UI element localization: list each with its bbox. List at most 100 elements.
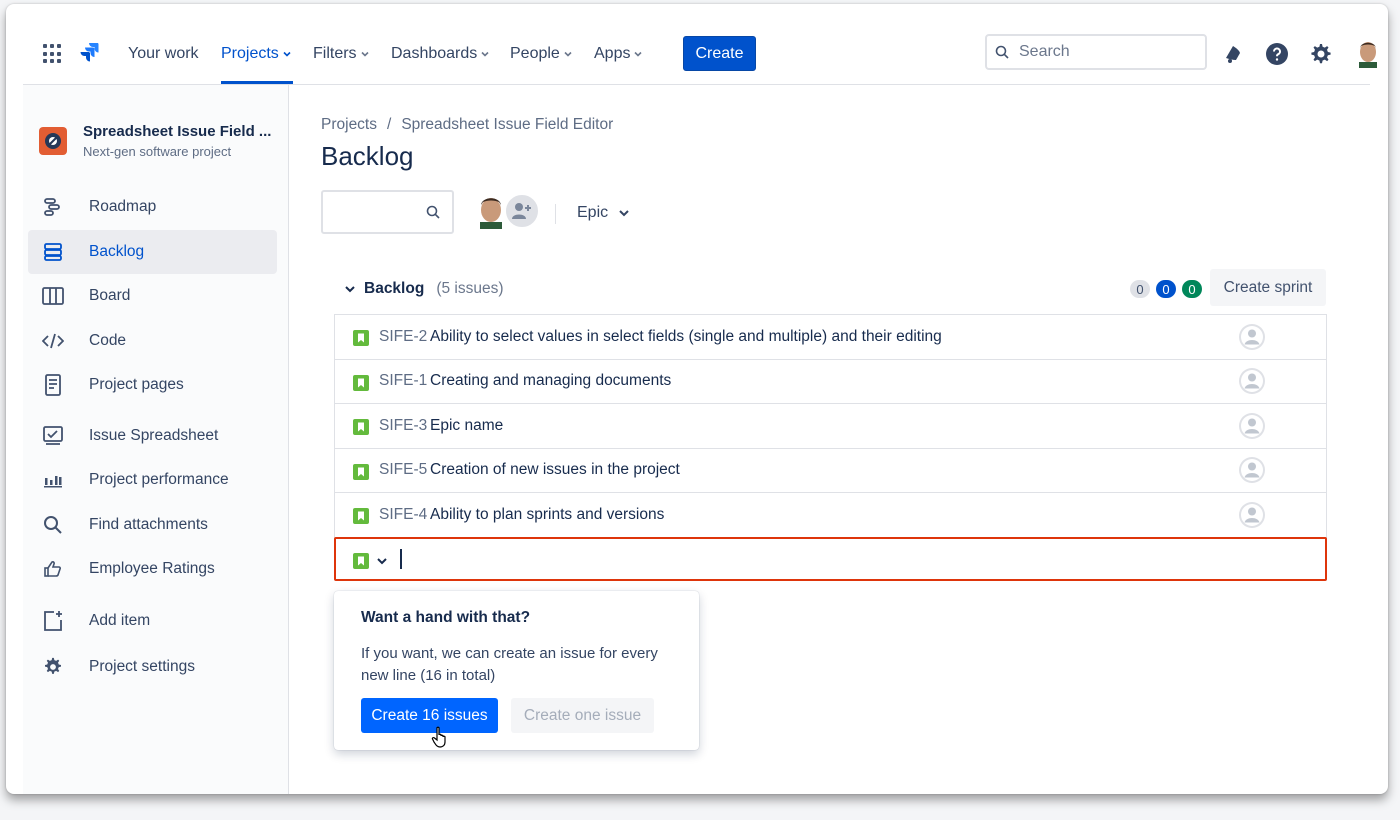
story-icon	[353, 374, 369, 391]
notifications-icon[interactable]	[1221, 42, 1245, 66]
user-avatar[interactable]	[1356, 40, 1380, 68]
issue-key[interactable]: SIFE-4	[379, 506, 427, 524]
sidebar-item-project-settings[interactable]: Project settings	[28, 645, 277, 689]
sidebar-item-find-attachments[interactable]: Find attachments	[28, 503, 277, 547]
sidebar-item-label: Roadmap	[89, 198, 157, 215]
search-placeholder: Search	[1019, 43, 1070, 60]
nav-apps[interactable]: Apps	[594, 44, 643, 64]
project-name: Spreadsheet Issue Field ...	[83, 123, 272, 140]
unassigned-avatar-icon[interactable]	[1238, 412, 1266, 440]
backlog-search-input[interactable]	[321, 190, 454, 234]
thumbs-up-icon	[42, 558, 64, 580]
nav-your-work[interactable]: Your work	[128, 44, 199, 64]
story-icon	[353, 553, 369, 569]
issue-list: SIFE-2 Ability to select values in selec…	[334, 314, 1327, 538]
issue-type-chevron-down-icon[interactable]	[376, 555, 388, 567]
issue-key[interactable]: SIFE-1	[379, 372, 427, 390]
roadmap-icon	[42, 196, 64, 218]
unassigned-avatar-icon[interactable]	[1238, 323, 1266, 351]
in-progress-count-badge: 0	[1156, 280, 1176, 298]
bulk-create-popup: Want a hand with that? If you want, we c…	[334, 591, 699, 750]
issue-row[interactable]: SIFE-1 Creating and managing documents	[335, 359, 1326, 404]
popup-message: If you want, we can create an issue for …	[361, 645, 658, 684]
breadcrumb-projects-link[interactable]: Projects	[321, 116, 377, 134]
add-person-icon	[512, 203, 531, 219]
epic-filter-label: Epic	[577, 204, 609, 221]
gear-icon	[42, 656, 64, 678]
nav-label: Projects	[221, 45, 279, 62]
issue-key[interactable]: SIFE-3	[379, 417, 427, 435]
text-caret	[400, 549, 402, 569]
nav-label: Filters	[313, 45, 357, 62]
story-icon	[353, 330, 369, 346]
chevron-down-icon[interactable]	[344, 283, 356, 295]
unassigned-avatar-icon[interactable]	[1238, 501, 1266, 529]
issue-summary[interactable]: Ability to plan sprints and versions	[430, 506, 664, 524]
chevron-down-icon	[283, 51, 291, 57]
create-sprint-button[interactable]: Create sprint	[1210, 269, 1326, 306]
issue-summary[interactable]: Ability to select values in select field…	[430, 328, 942, 346]
sidebar-item-add-item[interactable]: Add item	[28, 599, 277, 643]
nav-projects[interactable]: Projects	[221, 44, 292, 64]
jira-logo-icon[interactable]	[78, 41, 100, 63]
nav-dashboards[interactable]: Dashboards	[391, 44, 490, 64]
issue-summary[interactable]: Epic name	[430, 417, 503, 435]
issue-summary[interactable]: Creation of new issues in the project	[430, 461, 680, 479]
sidebar-item-project-pages[interactable]: Project pages	[28, 363, 277, 407]
new-issue-input[interactable]	[334, 537, 1327, 581]
sidebar-item-board[interactable]: Board	[28, 274, 277, 318]
assignee-filter-avatar[interactable]	[476, 195, 506, 229]
search-input[interactable]: Search	[985, 34, 1207, 70]
nav-label: People	[510, 45, 560, 62]
help-icon[interactable]	[1265, 42, 1289, 66]
project-sidebar: Spreadsheet Issue Field ... Next-gen sof…	[23, 85, 289, 794]
create-multiple-issues-button[interactable]: Create 16 issues	[361, 698, 498, 733]
sidebar-item-issue-spreadsheet[interactable]: Issue Spreadsheet	[28, 414, 277, 458]
unassigned-avatar-icon[interactable]	[1238, 367, 1266, 395]
project-header[interactable]: Spreadsheet Issue Field ... Next-gen sof…	[39, 123, 271, 159]
nav-label: Apps	[594, 45, 631, 62]
issue-summary[interactable]: Creating and managing documents	[430, 372, 671, 390]
settings-icon[interactable]	[1309, 42, 1333, 66]
unassigned-avatar-icon[interactable]	[1238, 456, 1266, 484]
add-item-icon	[42, 610, 64, 632]
nav-filters[interactable]: Filters	[313, 44, 370, 64]
add-people-button[interactable]	[504, 193, 540, 229]
popup-title: Want a hand with that?	[361, 609, 531, 626]
chevron-down-icon	[619, 210, 629, 217]
sidebar-item-code[interactable]: Code	[28, 319, 277, 363]
chevron-down-icon	[360, 51, 369, 57]
search-icon	[995, 45, 1009, 59]
story-icon	[353, 508, 369, 524]
sidebar-item-roadmap[interactable]: Roadmap	[28, 185, 277, 229]
apps-grid-icon[interactable]	[43, 44, 63, 64]
issue-key[interactable]: SIFE-5	[379, 461, 427, 479]
breadcrumb-separator: /	[387, 116, 392, 133]
issue-row[interactable]: SIFE-2 Ability to select values in selec…	[335, 315, 1326, 360]
issue-key[interactable]: SIFE-2	[379, 328, 427, 346]
done-count-badge: 0	[1182, 280, 1202, 298]
nav-people[interactable]: People	[510, 44, 573, 64]
create-one-issue-button[interactable]: Create one issue	[511, 698, 654, 733]
active-nav-indicator	[221, 81, 293, 84]
issue-row[interactable]: SIFE-5 Creation of new issues in the pro…	[335, 448, 1326, 493]
search-icon	[426, 205, 440, 219]
breadcrumb: Projects / Spreadsheet Issue Field Edito…	[321, 116, 613, 134]
create-button[interactable]: Create	[683, 36, 756, 71]
sidebar-item-backlog[interactable]: Backlog	[28, 230, 277, 274]
sidebar-item-employee-ratings[interactable]: Employee Ratings	[28, 547, 277, 591]
spreadsheet-icon	[42, 425, 64, 447]
breadcrumb-project-link[interactable]: Spreadsheet Issue Field Editor	[401, 116, 613, 134]
backlog-section-header[interactable]: Backlog (5 issues)	[344, 280, 504, 298]
sidebar-item-label: Project settings	[89, 658, 195, 675]
backlog-title: Backlog	[364, 280, 425, 297]
issue-row[interactable]: SIFE-4 Ability to plan sprints and versi…	[335, 493, 1326, 538]
epic-filter-dropdown[interactable]: Epic	[577, 204, 630, 222]
sidebar-item-project-performance[interactable]: Project performance	[28, 458, 277, 502]
sidebar-item-label: Project performance	[89, 471, 229, 488]
issue-row[interactable]: SIFE-3 Epic name	[335, 404, 1326, 449]
page-title: Backlog	[321, 141, 414, 171]
status-counts: 0 0 0	[1130, 280, 1202, 298]
board-icon	[42, 285, 64, 307]
sidebar-item-label: Code	[89, 332, 127, 349]
